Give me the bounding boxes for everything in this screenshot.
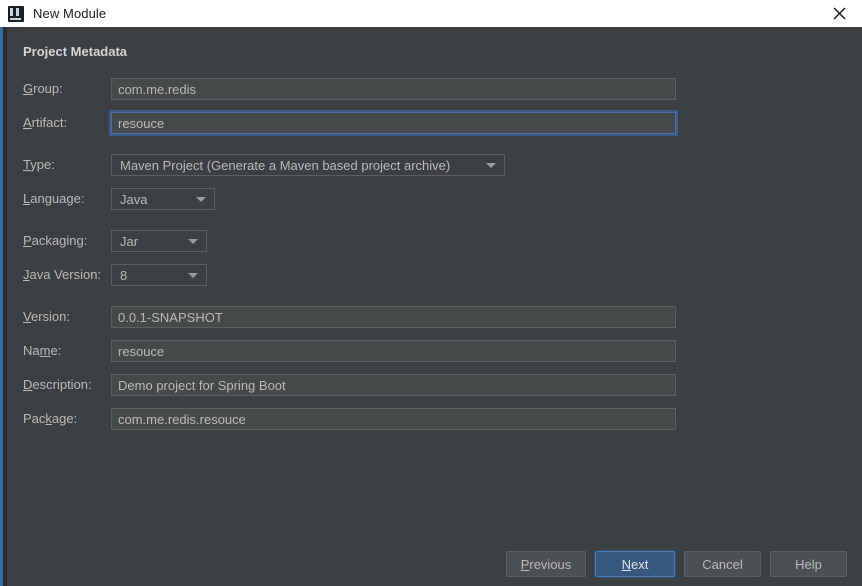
help-button[interactable]: Help (770, 551, 847, 577)
close-button[interactable] (817, 0, 862, 27)
label-language: Language: (23, 191, 85, 206)
next-button[interactable]: Next (595, 551, 675, 577)
java-version-combobox[interactable]: 8 (111, 264, 207, 286)
label-package: Package: (23, 411, 78, 426)
cancel-button[interactable]: Cancel (684, 551, 761, 577)
chevron-down-icon (184, 272, 202, 278)
label-name: Name: (23, 343, 62, 358)
label-version: Version: (23, 309, 70, 324)
packaging-combobox-value: Jar (120, 233, 139, 249)
package-input[interactable] (111, 408, 676, 430)
previous-button[interactable]: Previous (506, 551, 586, 577)
new-module-dialog: New Module Project Metadata Group: Artif… (0, 0, 862, 586)
next-button-label-rest: ext (631, 556, 649, 572)
name-input[interactable] (111, 340, 676, 362)
label-group: Group: (23, 81, 63, 96)
title-bar: New Module (0, 0, 862, 27)
close-icon (833, 7, 846, 20)
description-input[interactable] (111, 374, 676, 396)
label-artifact: Artifact: (23, 115, 68, 130)
type-combobox-value: Maven Project (Generate a Maven based pr… (120, 157, 451, 173)
version-input[interactable] (111, 306, 676, 328)
packaging-combobox[interactable]: Jar (111, 230, 207, 252)
chevron-down-icon (184, 238, 202, 244)
language-combobox-value: Java (120, 191, 148, 207)
type-combobox[interactable]: Maven Project (Generate a Maven based pr… (111, 154, 505, 176)
chevron-down-icon (482, 162, 500, 168)
java-version-combobox-value: 8 (120, 267, 128, 283)
previous-button-label-rest: revious (529, 556, 572, 572)
chevron-down-icon (192, 196, 210, 202)
label-java-version: Java Version: (23, 267, 102, 282)
section-title-project-metadata: Project Metadata (23, 44, 128, 59)
artifact-input[interactable] (111, 112, 676, 134)
group-input[interactable] (111, 78, 676, 100)
label-packaging: Packaging: (23, 233, 88, 248)
dialog-body: Project Metadata Group: Artifact: Type: … (7, 27, 862, 586)
label-description: Description: (23, 377, 92, 392)
intellij-idea-icon (8, 5, 24, 22)
language-combobox[interactable]: Java (111, 188, 215, 210)
label-type: Type: (23, 157, 55, 172)
window-title: New Module (33, 6, 107, 21)
